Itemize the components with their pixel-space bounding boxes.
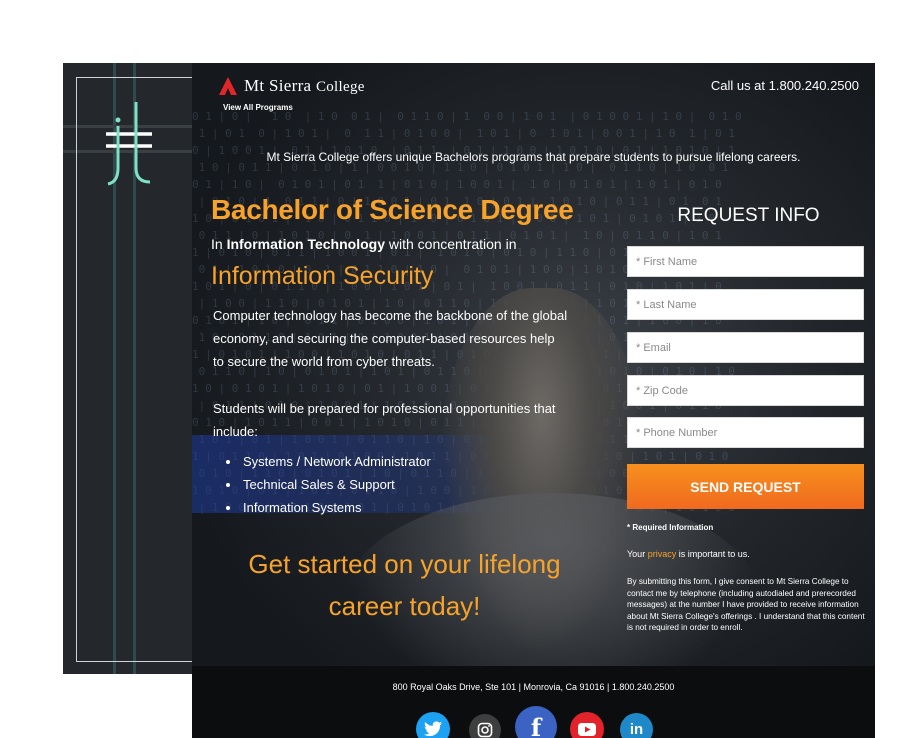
consent-text: By submitting this form, I give consent … — [627, 577, 865, 632]
footer: 800 Royal Oaks Drive, Ste 101 | Monrovia… — [192, 666, 875, 738]
program-description: Computer technology has become the backb… — [213, 308, 568, 369]
required-info-note: * Required Information — [627, 523, 714, 532]
career-intro: Students will be prepared for profession… — [213, 401, 556, 439]
privacy-link[interactable]: privacy — [648, 549, 677, 559]
footer-address: 800 Royal Oaks Drive, Ste 101 | Monrovia… — [392, 682, 675, 692]
list-item: Information Systems — [241, 496, 431, 519]
jt-monogram-icon — [106, 102, 152, 186]
first-name-field[interactable] — [627, 246, 864, 277]
call-to-action: Get started on your lifelong career toda… — [248, 549, 561, 621]
landing-page: 0 1 | 0 | 1 0 | 1 0 0 1 | 0 1 1 0 | 1 0 … — [192, 63, 875, 738]
call-us-phone[interactable]: Call us at 1.800.240.2500 — [711, 78, 859, 93]
twitter-icon[interactable] — [416, 712, 450, 738]
degree-subhead: In Information Technology with concentra… — [211, 236, 517, 252]
linkedin-icon[interactable]: in — [620, 713, 653, 738]
zip-code-field[interactable] — [627, 375, 864, 406]
privacy-note: Your privacy is important to us. — [627, 549, 750, 559]
phone-number-field[interactable] — [627, 417, 864, 448]
list-item: Systems / Network Administrator — [241, 450, 431, 473]
email-field[interactable] — [627, 332, 864, 363]
career-list: Systems / Network Administrator Technica… — [241, 450, 431, 519]
send-request-button[interactable]: SEND REQUEST — [627, 464, 864, 509]
form-title: REQUEST INFO — [677, 205, 820, 226]
college-name: Mt Sierra College — [244, 76, 365, 95]
degree-headline: Bachelor of Science Degree — [211, 194, 574, 225]
instagram-icon[interactable] — [469, 714, 501, 738]
list-item: Technical Sales & Support — [241, 473, 431, 496]
facebook-icon[interactable]: f — [515, 706, 557, 738]
mountain-logo-icon — [219, 77, 237, 95]
view-all-programs-link[interactable]: View All Programs — [223, 103, 293, 112]
tagline: Mt Sierra College offers unique Bachelor… — [266, 150, 801, 164]
concentration-title: Information Security — [211, 262, 434, 290]
college-logo[interactable]: Mt Sierra College — [218, 76, 365, 96]
last-name-field[interactable] — [627, 289, 864, 320]
youtube-icon[interactable] — [570, 712, 604, 738]
